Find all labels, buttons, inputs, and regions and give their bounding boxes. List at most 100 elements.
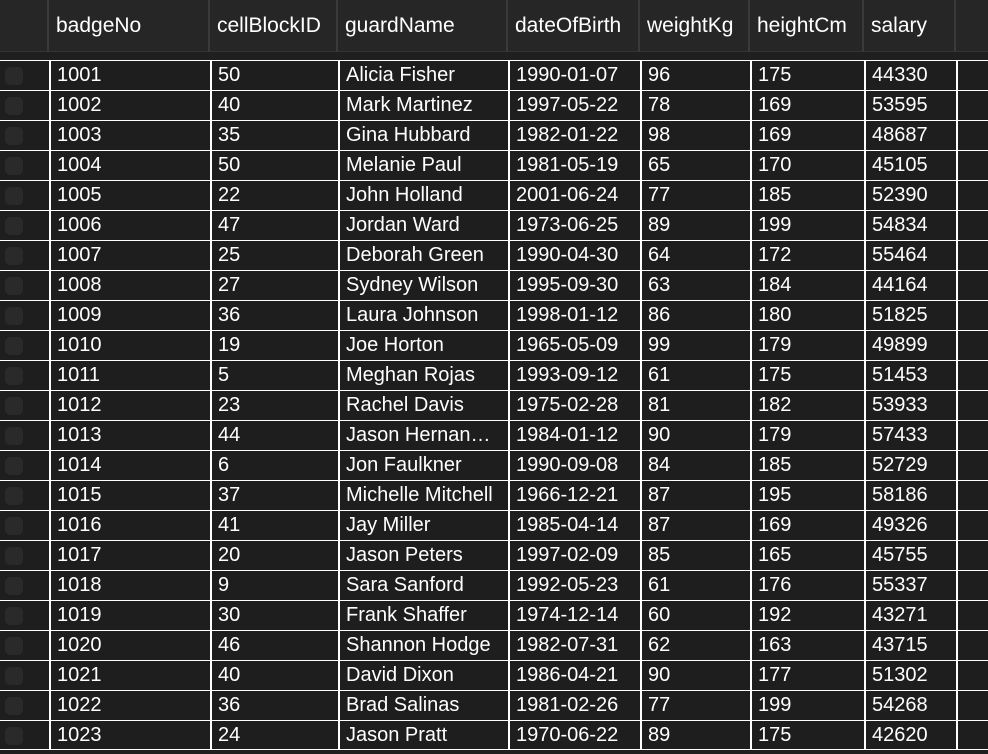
table-cell-weightKg[interactable]: 78 [640,91,750,120]
table-cell-cellBlockID[interactable]: 5 [210,361,338,390]
table-cell-heightCm[interactable]: 172 [750,241,864,270]
table-cell-salary[interactable]: 51825 [864,301,956,330]
table-cell-heightCm[interactable]: 165 [750,541,864,570]
table-cell-weightKg[interactable]: 87 [640,511,750,540]
table-cell-heightCm[interactable]: 170 [750,151,864,180]
table-cell-weightKg[interactable]: 65 [640,151,750,180]
table-row[interactable]: 1015 37 Michelle Mitchell 1966-12-21 87 195 58… [0,480,988,510]
table-cell-badgeNo[interactable]: 1010 [49,331,210,360]
table-cell-guardName[interactable]: Brad Salinas [338,691,508,720]
row-selector-handle[interactable] [5,397,23,415]
table-cell-weightKg[interactable]: 62 [640,631,750,660]
row-selector-handle[interactable] [5,667,23,685]
table-cell-cellBlockID[interactable]: 36 [210,691,338,720]
table-cell-badgeNo[interactable]: 1016 [49,511,210,540]
table-cell-dateOfBirth[interactable]: 1984-01-12 [508,421,640,450]
table-cell-weightKg[interactable]: 77 [640,691,750,720]
table-cell-badgeNo[interactable]: 1023 [49,721,210,750]
table-cell-guardName[interactable]: John Holland [338,181,508,210]
table-cell-badgeNo[interactable]: 1009 [49,301,210,330]
table-cell-dateOfBirth[interactable]: 1970-06-22 [508,721,640,750]
table-cell-cellBlockID[interactable]: 20 [210,541,338,570]
table-cell-weightKg[interactable]: 81 [640,391,750,420]
column-header-guardName[interactable]: guardName [338,0,508,52]
table-cell-guardName[interactable]: Frank Shaffer [338,601,508,630]
table-row[interactable]: 1018 9 Sara Sanford 1992-05-23 61 176 55337 [0,570,988,600]
table-row[interactable]: 1022 36 Brad Salinas 1981-02-26 77 199 54268 [0,690,988,720]
table-cell-cellBlockID[interactable]: 35 [210,121,338,150]
table-row[interactable]: 1012 23 Rachel Davis 1975-02-28 81 182 53933 [0,390,988,420]
table-cell-salary[interactable]: 51453 [864,361,956,390]
table-cell-dateOfBirth[interactable]: 1966-12-21 [508,481,640,510]
table-cell-badgeNo[interactable]: 1021 [49,661,210,690]
table-cell-heightCm[interactable]: 169 [750,121,864,150]
table-cell-heightCm[interactable]: 185 [750,451,864,480]
table-cell-heightCm[interactable]: 177 [750,661,864,690]
table-cell-dateOfBirth[interactable]: 1990-04-30 [508,241,640,270]
row-selector-handle[interactable] [5,127,23,145]
table-cell-badgeNo[interactable]: 1003 [49,121,210,150]
table-cell-heightCm[interactable]: 185 [750,181,864,210]
table-cell-salary[interactable]: 49899 [864,331,956,360]
table-cell-weightKg[interactable]: 61 [640,571,750,600]
table-cell-weightKg[interactable]: 85 [640,541,750,570]
table-cell-guardName[interactable]: Mark Martinez [338,91,508,120]
table-cell-guardName[interactable]: Jason Hernan… [338,421,508,450]
table-row[interactable]: 1007 25 Deborah Green 1990-04-30 64 172 55464 [0,240,988,270]
table-row[interactable]: 1016 41 Jay Miller 1985-04-14 87 169 49326 [0,510,988,540]
table-cell-badgeNo[interactable]: 1015 [49,481,210,510]
row-selector-handle[interactable] [5,157,23,175]
table-cell-salary[interactable]: 55337 [864,571,956,600]
table-cell-guardName[interactable]: David Dixon [338,661,508,690]
table-cell-heightCm[interactable]: 184 [750,271,864,300]
table-cell-dateOfBirth[interactable]: 1985-04-14 [508,511,640,540]
table-row[interactable]: 1006 47 Jordan Ward 1973-06-25 89 199 54834 [0,210,988,240]
table-cell-dateOfBirth[interactable]: 1997-02-09 [508,541,640,570]
table-cell-cellBlockID[interactable]: 9 [210,571,338,600]
row-selector-handle[interactable] [5,187,23,205]
table-cell-weightKg[interactable]: 99 [640,331,750,360]
table-row[interactable]: 1002 40 Mark Martinez 1997-05-22 78 169 53595 [0,90,988,120]
table-cell-guardName[interactable]: Gina Hubbard [338,121,508,150]
table-cell-salary[interactable]: 53933 [864,391,956,420]
table-cell-weightKg[interactable]: 87 [640,481,750,510]
table-cell-badgeNo[interactable]: 1002 [49,91,210,120]
row-selector-handle[interactable] [5,637,23,655]
table-cell-badgeNo[interactable]: 1011 [49,361,210,390]
table-row[interactable]: 1004 50 Melanie Paul 1981-05-19 65 170 45105 [0,150,988,180]
row-selector-handle[interactable] [5,337,23,355]
table-cell-cellBlockID[interactable]: 41 [210,511,338,540]
row-selector-handle[interactable] [5,487,23,505]
row-selector-handle[interactable] [5,67,23,85]
table-cell-salary[interactable]: 53595 [864,91,956,120]
table-cell-cellBlockID[interactable]: 46 [210,631,338,660]
table-row[interactable]: 1005 22 John Holland 2001-06-24 77 185 52390 [0,180,988,210]
table-cell-dateOfBirth[interactable]: 1982-01-22 [508,121,640,150]
table-cell-salary[interactable]: 45105 [864,151,956,180]
table-cell-heightCm[interactable]: 199 [750,691,864,720]
table-cell-weightKg[interactable]: 64 [640,241,750,270]
table-cell-dateOfBirth[interactable]: 1982-07-31 [508,631,640,660]
table-cell-heightCm[interactable]: 176 [750,571,864,600]
table-cell-weightKg[interactable]: 89 [640,211,750,240]
table-cell-heightCm[interactable]: 179 [750,421,864,450]
row-selector-handle[interactable] [5,577,23,595]
table-cell-dateOfBirth[interactable]: 1997-05-22 [508,91,640,120]
table-row[interactable]: 1020 46 Shannon Hodge 1982-07-31 62 163 43715 [0,630,988,660]
table-cell-dateOfBirth[interactable]: 1990-01-07 [508,61,640,90]
row-selector-handle[interactable] [5,517,23,535]
table-cell-cellBlockID[interactable]: 36 [210,301,338,330]
table-cell-cellBlockID[interactable]: 40 [210,661,338,690]
table-cell-dateOfBirth[interactable]: 1974-12-14 [508,601,640,630]
table-cell-dateOfBirth[interactable]: 1993-09-12 [508,361,640,390]
table-cell-salary[interactable]: 52729 [864,451,956,480]
table-cell-badgeNo[interactable]: 1007 [49,241,210,270]
column-header-cellBlockID[interactable]: cellBlockID [210,0,338,52]
table-cell-dateOfBirth[interactable]: 1986-04-21 [508,661,640,690]
table-row[interactable]: 1019 30 Frank Shaffer 1974-12-14 60 192 43271 [0,600,988,630]
table-cell-dateOfBirth[interactable]: 1981-05-19 [508,151,640,180]
table-cell-weightKg[interactable]: 77 [640,181,750,210]
table-cell-cellBlockID[interactable]: 25 [210,241,338,270]
table-cell-salary[interactable]: 43271 [864,601,956,630]
table-cell-badgeNo[interactable]: 1005 [49,181,210,210]
